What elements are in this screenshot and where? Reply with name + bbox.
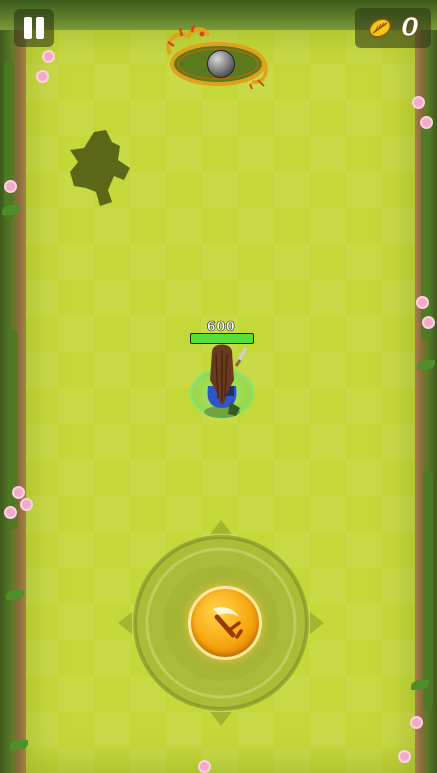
flower-decoration (422, 118, 431, 127)
coin-count: 0 (400, 13, 420, 44)
flower-decoration (6, 508, 15, 517)
iron-orb-icon (207, 50, 235, 78)
game-stage: 0 600 (0, 0, 437, 773)
flower-decoration (424, 318, 433, 327)
flower-decoration (414, 98, 423, 107)
vine-decoration (8, 330, 18, 530)
vine-decoration (4, 60, 14, 220)
flower-decoration (412, 718, 421, 727)
flower-decoration (14, 488, 23, 497)
hero-archer-sprite (204, 344, 248, 418)
gold-leaf-coin-icon (368, 18, 392, 38)
flower-decoration (418, 298, 427, 307)
player-hero: 600 (186, 320, 256, 430)
flower-decoration (200, 762, 209, 771)
coin-counter: 0 (355, 8, 431, 48)
joystick-knob[interactable] (188, 586, 262, 660)
vine-decoration (421, 120, 431, 340)
flower-decoration (44, 52, 53, 61)
sword-slash-icon (213, 607, 243, 639)
flower-decoration (6, 182, 15, 191)
flower-decoration (400, 752, 409, 761)
flower-decoration (22, 500, 31, 509)
flower-decoration (38, 72, 47, 81)
vine-decoration (423, 470, 433, 710)
pause-button[interactable] (14, 9, 54, 47)
enemy-shadow-splat (70, 130, 130, 206)
